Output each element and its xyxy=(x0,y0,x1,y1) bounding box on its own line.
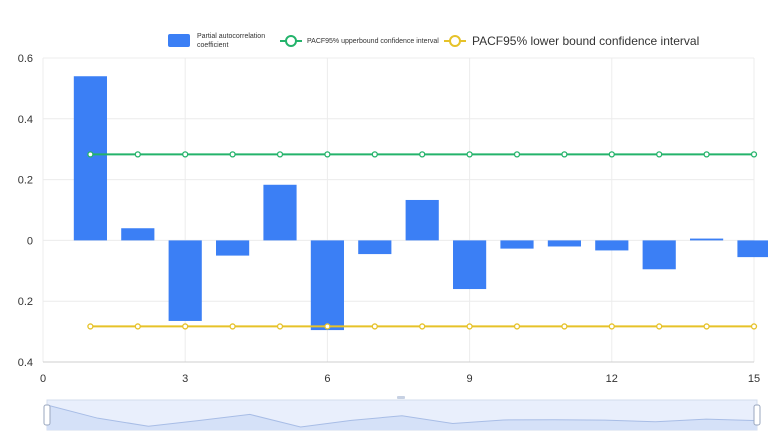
y-tick-label: 0 xyxy=(27,235,33,247)
pacf-bar[interactable] xyxy=(642,240,676,270)
pacf-chart: Partial autocorrelation coefficient PACF95… xyxy=(0,0,768,437)
y-tick-label: 0.4 xyxy=(18,357,33,369)
data-zoom-slider[interactable] xyxy=(43,396,761,431)
upper-bound-point[interactable] xyxy=(750,151,758,158)
upper-bound-point[interactable] xyxy=(134,151,141,158)
upper-bound-point[interactable] xyxy=(561,151,568,158)
upper-bound-point[interactable] xyxy=(419,151,426,158)
x-tick-label: 0 xyxy=(40,373,46,385)
lower-bound-point[interactable] xyxy=(608,323,615,330)
upper-bound-point[interactable] xyxy=(182,151,189,158)
grid xyxy=(42,57,755,363)
x-axis: 0 3 6 9 12 15 xyxy=(40,373,760,385)
zoom-handle-right[interactable] xyxy=(753,404,761,426)
lower-bound-point[interactable] xyxy=(87,323,94,330)
x-tick-label: 12 xyxy=(606,373,618,385)
pacf-bar[interactable] xyxy=(405,199,439,241)
lower-bound-point[interactable] xyxy=(134,323,141,330)
pacf-bar[interactable] xyxy=(595,240,629,251)
upper-bound-point[interactable] xyxy=(371,151,378,158)
lower-bound-point[interactable] xyxy=(656,323,663,330)
chart-canvas: Partial autocorrelation coefficient PACF95… xyxy=(18,33,768,431)
x-tick-label: 3 xyxy=(182,373,188,385)
lower-bound-point[interactable] xyxy=(466,323,473,330)
x-tick-label: 9 xyxy=(467,373,473,385)
y-tick-label: 0.2 xyxy=(18,175,33,187)
pacf-bar[interactable] xyxy=(690,238,724,241)
bar-series[interactable] xyxy=(73,76,768,331)
x-tick-label: 6 xyxy=(324,373,330,385)
upper-bound-point[interactable] xyxy=(324,151,331,158)
legend-label-bar: Partial autocorrelation coefficient xyxy=(197,33,265,49)
y-tick-label: 0.4 xyxy=(18,114,33,126)
y-tick-label: 0.2 xyxy=(18,296,33,308)
upper-bound-point[interactable] xyxy=(608,151,615,158)
legend-swatch-bar[interactable] xyxy=(168,34,190,47)
lower-bound-point[interactable] xyxy=(182,323,189,330)
pacf-bar[interactable] xyxy=(737,240,768,258)
pacf-bar[interactable] xyxy=(216,240,250,256)
pacf-bar[interactable] xyxy=(168,240,202,321)
x-tick-label: 15 xyxy=(748,373,760,385)
legend-label-upper: PACF95% upperbound confidence interval xyxy=(307,38,439,45)
lower-bound-point[interactable] xyxy=(561,323,568,330)
pacf-bar[interactable] xyxy=(310,240,344,331)
legend[interactable]: Partial autocorrelation coefficient PACF95… xyxy=(168,33,699,49)
zoom-handle-left[interactable] xyxy=(43,404,51,426)
legend-marker-upper xyxy=(285,35,297,47)
pacf-bar[interactable] xyxy=(121,228,155,241)
lower-bound-point[interactable] xyxy=(229,323,236,330)
upper-bound-point[interactable] xyxy=(276,151,284,158)
legend-label-line: coefficient xyxy=(197,42,228,49)
upper-bound-point[interactable] xyxy=(513,151,521,158)
upper-bound-point[interactable] xyxy=(229,151,236,158)
upper-bound-point[interactable] xyxy=(466,151,473,158)
pacf-bar[interactable] xyxy=(453,240,487,290)
lower-bound-point[interactable] xyxy=(419,323,426,330)
pacf-bar[interactable] xyxy=(263,184,297,241)
pacf-bar[interactable] xyxy=(547,240,581,247)
upper-bound-point[interactable] xyxy=(656,151,663,158)
legend-label-lower: PACF95% lower bound confidence interval xyxy=(472,34,699,48)
pacf-bar[interactable] xyxy=(358,240,392,255)
legend-label-line: Partial autocorrelation xyxy=(197,33,265,40)
upper-bound-point[interactable] xyxy=(703,151,710,158)
lower-bound-point[interactable] xyxy=(703,323,710,330)
pacf-bar[interactable] xyxy=(73,76,107,241)
y-tick-label: 0.6 xyxy=(18,53,33,65)
lower-bound-point[interactable] xyxy=(513,323,521,330)
legend-marker-lower xyxy=(449,35,461,47)
lower-bound-point[interactable] xyxy=(371,323,378,330)
pacf-bar[interactable] xyxy=(500,240,534,249)
lower-bound-point[interactable] xyxy=(750,323,758,330)
lower-bound-point[interactable] xyxy=(276,323,284,330)
upper-bound-point[interactable] xyxy=(87,151,94,158)
y-axis: 0.6 0.4 0.2 0 0.2 0.4 xyxy=(18,53,33,369)
lower-bound-point[interactable] xyxy=(324,323,331,330)
zoom-drag-grip[interactable] xyxy=(397,396,405,399)
